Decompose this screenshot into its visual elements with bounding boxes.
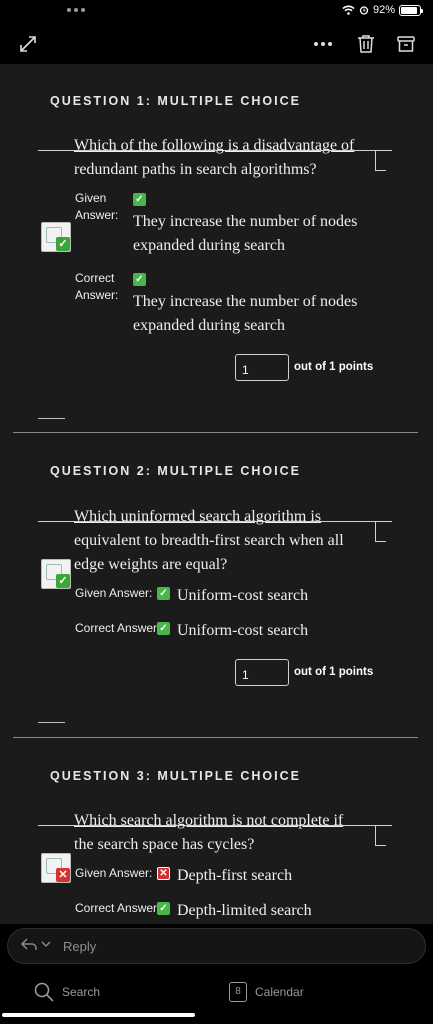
given-label-line-2: Answer: (75, 208, 119, 222)
search-tab[interactable]: Search (34, 982, 100, 1002)
battery-icon (399, 4, 423, 16)
archive-icon[interactable] (392, 30, 420, 58)
question-1-text-line-1: Which of the following is a disadvantage… (74, 137, 355, 154)
question-3-text: Which search algorithm is not complete i… (74, 809, 374, 857)
points-score-box: 1 (235, 659, 289, 686)
given-answer-label: Given Answer: (75, 190, 118, 224)
incorrect-status-icon: ✕ (41, 853, 71, 883)
correct-answer-label: Correct Answer: (75, 901, 161, 915)
correct-answer-text: Uniform-cost search (177, 622, 309, 639)
more-dots-icon[interactable] (309, 30, 337, 58)
given-label-line-1: Given (75, 191, 107, 205)
points-label: out of 1 points (294, 361, 374, 373)
calendar-icon: 8 (229, 982, 247, 1002)
short-divider (38, 418, 65, 419)
cross-icon: ✕ (157, 867, 170, 880)
question-2-bracket (375, 521, 386, 542)
question-3-text-line-2: the search space has cycles? (74, 836, 255, 853)
question-2-text-line-3: edge weights are equal? (74, 556, 228, 573)
correct-answer-label: Correct Answer: (75, 270, 118, 304)
message-body[interactable]: QUESTION 1: MULTIPLE CHOICE Which of the… (0, 64, 433, 924)
search-icon (34, 982, 54, 1002)
question-1-bracket (375, 150, 386, 171)
question-2-text: Which uninformed search algorithm is equ… (74, 505, 374, 577)
correct-answer-text: Depth-limited search (177, 902, 312, 919)
points-label: out of 1 points (294, 666, 374, 678)
calendar-tab[interactable]: 8 Calendar (229, 982, 304, 1002)
check-icon: ✓ (133, 193, 146, 206)
correct-answer-line-1: They increase the number of nodes (133, 293, 358, 310)
battery-percent: 92% (372, 4, 395, 16)
reply-options[interactable] (20, 937, 51, 951)
question-3-text-line-1: Which search algorithm is not complete i… (74, 812, 344, 829)
reply-bar[interactable]: Reply (7, 928, 426, 964)
given-answer-text: Uniform-cost search (177, 587, 309, 604)
multitask-dots-icon[interactable] (67, 8, 85, 12)
given-answer-text: They increase the number of nodes expand… (133, 210, 357, 258)
question-2-text-line-2: equivalent to breadth-first search when … (74, 532, 344, 549)
points-score-box: 1 (235, 354, 289, 381)
question-separator (13, 737, 418, 738)
check-icon: ✓ (157, 902, 170, 915)
correct-status-icon: ✓ (41, 222, 71, 252)
reply-arrow-icon[interactable] (20, 937, 38, 951)
status-indicators: 92% (342, 4, 423, 16)
expand-arrows-icon[interactable] (14, 30, 42, 58)
given-answer-label: Given Answer: (75, 586, 153, 600)
calendar-tab-label: Calendar (255, 985, 304, 999)
given-answer-label: Given Answer: (75, 866, 153, 880)
short-divider (38, 722, 65, 723)
search-tab-label: Search (62, 985, 101, 999)
question-2-text-line-1: Which uninformed search algorithm is (74, 508, 322, 525)
correct-answer-line-2: expanded during search (133, 317, 285, 334)
question-2-header: QUESTION 2: MULTIPLE CHOICE (50, 464, 301, 478)
given-answer-line-1: They increase the number of nodes (133, 213, 358, 230)
question-3-header: QUESTION 3: MULTIPLE CHOICE (50, 769, 301, 783)
correct-status-icon: ✓ (41, 559, 71, 589)
wifi-icon (342, 5, 355, 15)
question-1-text: Which of the following is a disadvantage… (74, 134, 374, 182)
correct-answer-label: Correct Answer: (75, 621, 161, 635)
given-answer-line-2: expanded during search (133, 237, 285, 254)
correct-answer-text: They increase the number of nodes expand… (133, 290, 357, 338)
chevron-down-icon[interactable] (41, 940, 51, 948)
question-1-header: QUESTION 1: MULTIPLE CHOICE (50, 94, 301, 108)
question-1-text-line-2: redundant paths in search algorithms? (74, 161, 317, 178)
alarm-icon (359, 6, 369, 15)
check-icon: ✓ (157, 587, 170, 600)
status-bar: 92% (0, 0, 433, 24)
reply-input[interactable]: Reply (63, 939, 96, 954)
check-icon: ✓ (157, 622, 170, 635)
check-icon: ✓ (133, 273, 146, 286)
question-separator (13, 432, 418, 433)
correct-label-line-1: Correct (75, 271, 115, 285)
given-answer-text: Depth-first search (177, 867, 293, 884)
question-3-bracket (375, 825, 386, 846)
correct-label-line-2: Answer: (75, 288, 119, 302)
trash-icon[interactable] (352, 30, 380, 58)
home-indicator (2, 1013, 195, 1017)
mail-toolbar (0, 24, 433, 64)
